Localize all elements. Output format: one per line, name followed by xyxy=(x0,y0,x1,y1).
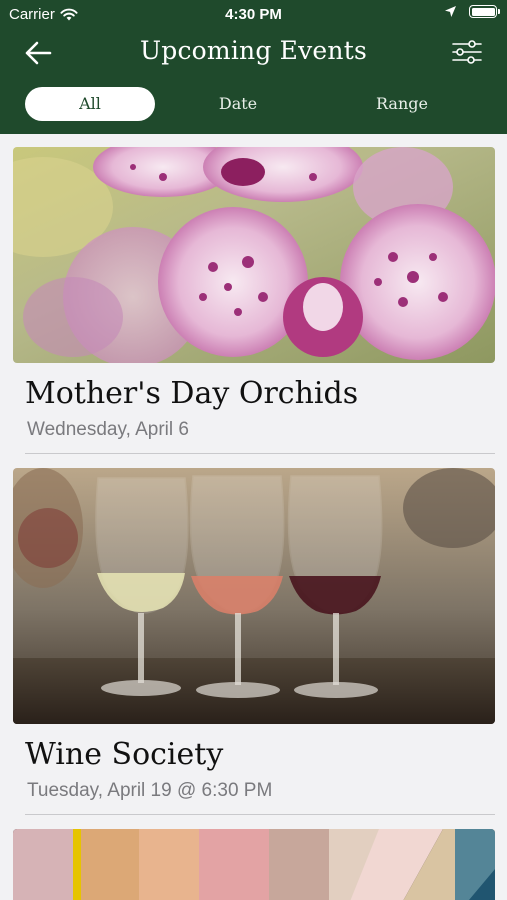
status-right-icons xyxy=(444,5,500,18)
header: Carrier 4:30 PM Upcoming Events All Date… xyxy=(0,0,507,134)
navigation-bar: Upcoming Events xyxy=(0,28,507,76)
event-date: Wednesday, April 6 xyxy=(27,419,189,440)
segment-date[interactable]: Date xyxy=(178,87,298,121)
divider xyxy=(25,814,495,815)
segment-all[interactable]: All xyxy=(25,87,155,121)
filter-button[interactable] xyxy=(451,37,483,67)
event-date: Tuesday, April 19 @ 6:30 PM xyxy=(27,780,273,801)
segment-range[interactable]: Range xyxy=(342,87,462,121)
filter-segmented-control: All Date Range xyxy=(0,84,507,124)
battery-level xyxy=(471,7,495,16)
status-time: 4:30 PM xyxy=(225,6,282,23)
wine-glasses-photo xyxy=(13,468,495,724)
event-title: Wine Society xyxy=(25,737,224,772)
event-image-orchid[interactable] xyxy=(13,147,495,363)
event-image-books[interactable] xyxy=(13,829,495,900)
event-card[interactable]: Wine Society Tuesday, April 19 @ 6:30 PM xyxy=(13,468,495,815)
event-list[interactable]: Mother's Day Orchids Wednesday, April 6 xyxy=(0,134,507,900)
divider xyxy=(25,453,495,454)
battery-icon xyxy=(469,5,500,18)
orchid-photo xyxy=(13,147,495,363)
event-image-wine[interactable] xyxy=(13,468,495,724)
event-card[interactable] xyxy=(13,829,495,900)
sliders-icon xyxy=(452,40,482,64)
page-title: Upcoming Events xyxy=(139,36,368,65)
status-bar: Carrier 4:30 PM xyxy=(0,0,507,28)
books-photo xyxy=(13,829,495,900)
event-card[interactable]: Mother's Day Orchids Wednesday, April 6 xyxy=(13,147,495,454)
location-arrow-icon xyxy=(445,6,456,17)
event-title: Mother's Day Orchids xyxy=(25,376,359,411)
